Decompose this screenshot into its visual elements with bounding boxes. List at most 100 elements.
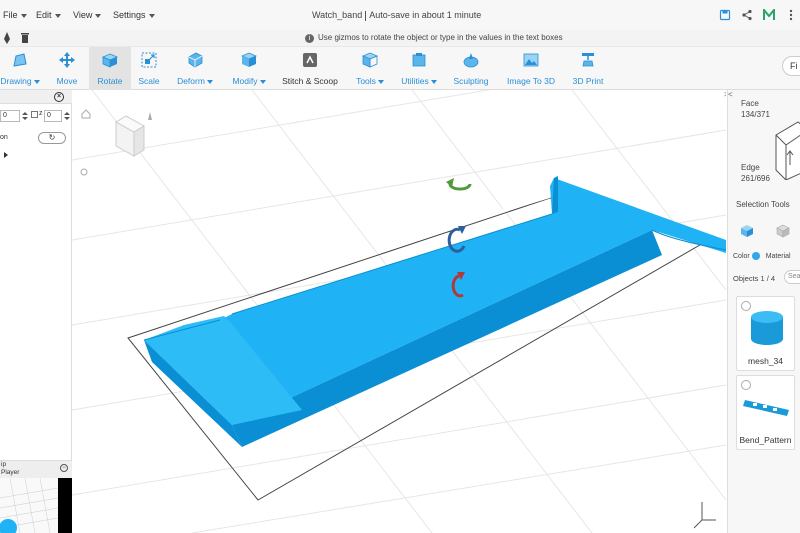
chevron-down-icon — [206, 79, 213, 84]
collapse-icon[interactable]: − — [60, 464, 68, 472]
hint-message: i Use gizmos to rotate the object or type… — [305, 33, 563, 43]
stitch-scoop-tool[interactable]: Stitch & Scoop — [278, 47, 342, 90]
3d-print-icon — [582, 53, 594, 67]
modify-tool[interactable]: Modify — [224, 47, 274, 90]
bend-pattern-thumbnail — [743, 400, 789, 416]
object-card-bend-pattern[interactable]: Bend_Pattern — [736, 375, 795, 450]
3d-print-tool[interactable]: 3D Print — [566, 47, 610, 90]
drawing-icon — [13, 53, 27, 67]
collapse-right-panel-icon[interactable]: > — [724, 90, 726, 99]
menu-bar: File Edit View Settings Watch_band Auto-s… — [0, 0, 800, 30]
chevron-down-icon — [95, 13, 102, 18]
sculpting-icon — [463, 53, 479, 68]
object-select-radio[interactable] — [741, 380, 751, 390]
sculpting-tool[interactable]: Sculpting — [449, 47, 493, 90]
info-icon: i — [305, 34, 314, 43]
mini-player-header: ip Player − — [0, 460, 72, 478]
close-icon[interactable]: × — [54, 92, 64, 102]
face-label: Face — [741, 99, 759, 108]
object-mode-cube-icon[interactable] — [740, 224, 754, 238]
edge-count: 261/696 — [741, 174, 770, 183]
transform-panel: × 0 z 0 on ↻ ip Player − — [0, 90, 72, 533]
home-icon[interactable] — [81, 109, 91, 119]
stepper-arrows-icon[interactable] — [63, 111, 71, 121]
refresh-icon: ↻ — [48, 133, 56, 142]
reset-rotation-button[interactable]: ↻ — [38, 132, 66, 144]
option-label: on — [0, 134, 8, 141]
autosave-status: Auto-save in about 1 minute — [369, 10, 482, 20]
menu-settings[interactable]: Settings — [113, 10, 155, 20]
share-icon[interactable] — [741, 9, 753, 21]
chevron-down-icon — [377, 79, 384, 84]
color-material-row: Color Material — [733, 252, 791, 260]
selection-tools-label: Selection Tools — [736, 200, 790, 209]
rotation-y-input[interactable]: 0 — [0, 110, 20, 122]
drawing-tool[interactable]: Drawing — [0, 47, 44, 90]
title-separator — [365, 10, 367, 21]
image-to-3d-icon — [523, 53, 539, 67]
color-label: Color — [733, 252, 750, 260]
edge-label: Edge — [741, 163, 760, 172]
cylinder-thumbnail — [751, 311, 783, 345]
menu-view[interactable]: View — [73, 10, 102, 20]
utilities-icon — [412, 53, 426, 67]
chevron-down-icon — [148, 13, 155, 18]
axis-indicator-icon — [693, 502, 716, 529]
3d-viewport[interactable]: > — [72, 90, 726, 533]
face-count: 134/371 — [741, 110, 770, 119]
utilities-menu[interactable]: Utilities — [396, 47, 442, 90]
chevron-down-icon — [33, 79, 40, 84]
move-icon — [59, 52, 75, 68]
chevron-down-icon — [259, 79, 266, 84]
properties-panel: < Face 134/371 Edge 261/696 Selection To… — [727, 90, 800, 533]
brand-m-icon[interactable] — [763, 9, 775, 21]
panel-header: × — [0, 90, 72, 104]
rotate-cube-icon — [101, 53, 119, 68]
object-search-input[interactable]: Sea — [784, 270, 800, 284]
scene-canvas[interactable] — [72, 90, 726, 533]
scale-tool[interactable]: Scale — [132, 47, 166, 90]
view-cube[interactable] — [115, 115, 145, 157]
save-icon[interactable] — [719, 9, 731, 21]
mini-grid-preview — [0, 478, 58, 533]
tools-icon — [361, 52, 379, 68]
expand-arrow-icon[interactable] — [4, 152, 8, 158]
object-card-mesh-34[interactable]: mesh_34 — [736, 296, 795, 371]
chevron-down-icon — [430, 79, 437, 84]
mini-player-edge — [58, 478, 72, 533]
menu-file[interactable]: File — [3, 10, 27, 20]
object-name: mesh_34 — [748, 356, 783, 366]
rotation-z-input[interactable]: 0 — [44, 110, 62, 122]
document-name[interactable]: Watch_band — [312, 10, 362, 20]
main-toolbar: Drawing Move Rotate Scale Deform Modify … — [0, 47, 800, 90]
document-title: Watch_band Auto-save in about 1 minute — [312, 10, 481, 21]
menu-edit[interactable]: Edit — [36, 10, 61, 20]
axis-checkbox[interactable] — [31, 111, 38, 118]
mesh-mode-cube-icon[interactable] — [776, 224, 790, 238]
collapse-left-icon[interactable]: < — [728, 90, 733, 99]
deform-tool[interactable]: Deform — [170, 47, 220, 90]
stepper-arrows-icon[interactable] — [21, 111, 29, 121]
deform-icon — [188, 52, 203, 68]
rotate-tool[interactable]: Rotate — [89, 47, 131, 90]
move-tool[interactable]: Move — [46, 47, 88, 90]
chevron-down-icon — [20, 13, 27, 18]
trash-icon[interactable] — [20, 32, 30, 44]
menu-dots-icon[interactable] — [785, 9, 797, 21]
image-to-3d-tool[interactable]: Image To 3D — [503, 47, 559, 90]
watch-band-model[interactable] — [143, 176, 726, 447]
material-label[interactable]: Material — [766, 253, 791, 260]
mini-player-view[interactable] — [0, 478, 58, 533]
objects-count: Objects 1 / 4 — [733, 274, 776, 283]
tools-menu[interactable]: Tools — [350, 47, 390, 90]
bulb-icon[interactable] — [80, 168, 88, 176]
stitch-scoop-icon — [303, 53, 317, 67]
pen-icon[interactable] — [2, 32, 12, 44]
rotate-gizmo-green[interactable] — [446, 178, 472, 191]
camera-up-icon[interactable] — [148, 112, 152, 120]
scale-icon — [141, 52, 157, 68]
color-swatch[interactable] — [751, 252, 760, 260]
find-button[interactable]: Fi — [782, 56, 800, 76]
selection-cube-preview[interactable] — [768, 110, 800, 180]
hint-bar: i Use gizmos to rotate the object or type… — [0, 30, 800, 47]
